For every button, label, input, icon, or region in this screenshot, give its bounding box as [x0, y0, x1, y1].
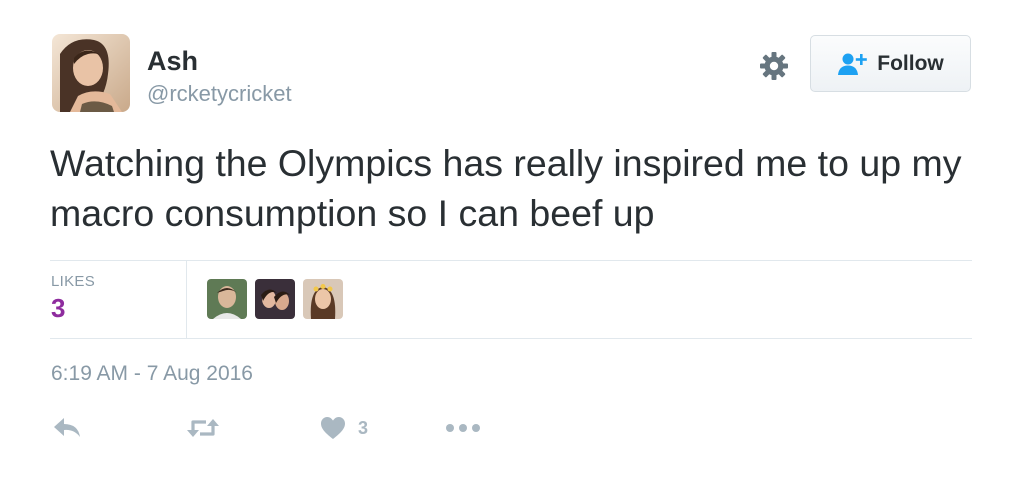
liker-avatar[interactable] — [303, 279, 343, 319]
tweet-timestamp[interactable]: 6:19 AM - 7 Aug 2016 — [51, 362, 253, 386]
liker-avatar[interactable] — [255, 279, 295, 319]
heart-icon — [321, 417, 345, 439]
more-dots-icon — [446, 424, 480, 432]
like-action-count: 3 — [358, 417, 369, 438]
reply-icon — [54, 418, 80, 437]
stats-vertical-divider — [186, 261, 187, 338]
follow-user-plus-icon — [838, 53, 868, 75]
likes-count[interactable]: 3 — [51, 293, 65, 324]
stats-top-divider — [50, 260, 972, 261]
reply-button[interactable] — [52, 412, 82, 444]
liker-avatar[interactable] — [207, 279, 247, 319]
author-handle[interactable]: @rcketycricket — [147, 80, 292, 108]
like-button[interactable]: 3 — [320, 412, 368, 444]
follow-button[interactable]: Follow — [810, 35, 971, 92]
stats-bottom-divider — [50, 338, 972, 339]
follow-label: Follow — [877, 51, 944, 75]
retweet-button[interactable] — [186, 412, 220, 444]
author-name[interactable]: Ash — [147, 44, 198, 78]
author-avatar[interactable] — [52, 34, 130, 112]
gear-icon[interactable] — [758, 50, 790, 82]
more-button[interactable] — [445, 412, 481, 444]
retweet-icon — [187, 419, 219, 437]
likes-label: LIKES — [51, 273, 96, 290]
tweet-text: Watching the Olympics has really inspire… — [50, 142, 962, 234]
